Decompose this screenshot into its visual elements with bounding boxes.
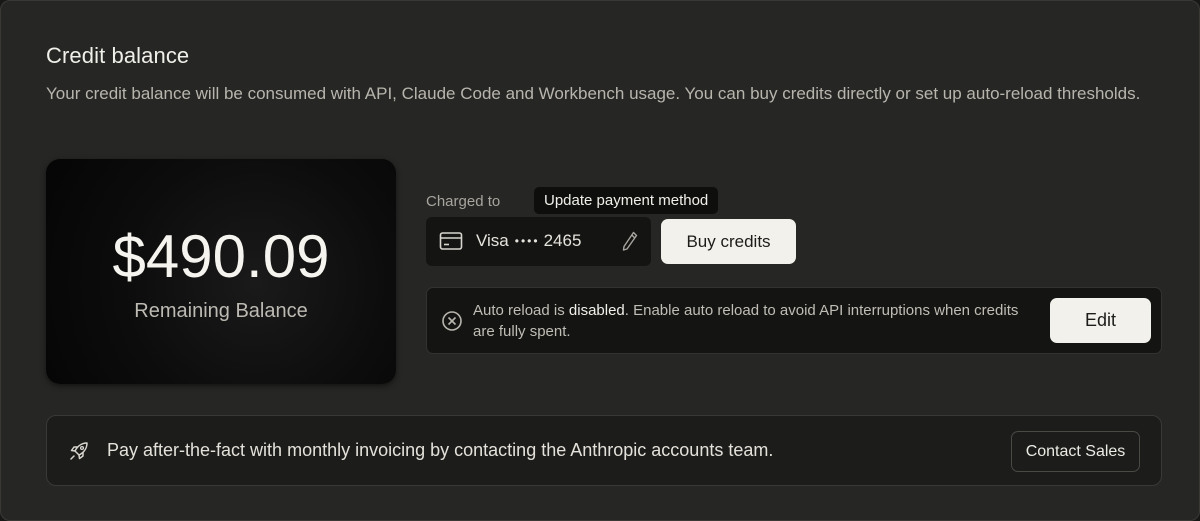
section-description: Your credit balance will be consumed wit… — [46, 84, 1141, 103]
pencil-icon[interactable] — [621, 230, 639, 252]
x-circle-icon — [442, 311, 462, 331]
contact-sales-button[interactable]: Contact Sales — [1011, 431, 1140, 472]
balance-card: $490.09 Remaining Balance — [46, 159, 396, 384]
balance-label: Remaining Balance — [134, 300, 308, 322]
auto-reload-banner: Auto reload is disabled. Enable auto rel… — [426, 287, 1162, 354]
credit-balance-panel: Credit balance Your credit balance will … — [0, 0, 1200, 521]
card-mask: •••• — [514, 234, 540, 248]
buy-credits-button[interactable]: Buy credits — [661, 219, 796, 264]
update-payment-tooltip: Update payment method — [534, 187, 719, 214]
payment-method[interactable]: Visa •••• 2465 — [426, 217, 651, 266]
balance-amount: $490.09 — [112, 223, 330, 290]
auto-reload-prefix: Auto reload is — [473, 302, 569, 319]
auto-reload-status: disabled — [568, 302, 625, 319]
card-last4: 2465 — [543, 231, 582, 250]
edit-auto-reload-button[interactable]: Edit — [1050, 298, 1151, 343]
invoicing-text: Pay after-the-fact with monthly invoicin… — [107, 440, 774, 460]
invoicing-banner: Pay after-the-fact with monthly invoicin… — [46, 415, 1162, 486]
auto-reload-text: Auto reload is disabled. Enable auto rel… — [473, 300, 1033, 342]
card-details: Visa •••• 2465 — [476, 231, 581, 251]
rocket-icon — [70, 442, 88, 460]
section-title: Credit balance — [46, 43, 190, 68]
card-brand: Visa — [476, 231, 509, 250]
charged-to-label: Charged to — [426, 193, 501, 210]
credit-card-icon — [439, 232, 463, 250]
